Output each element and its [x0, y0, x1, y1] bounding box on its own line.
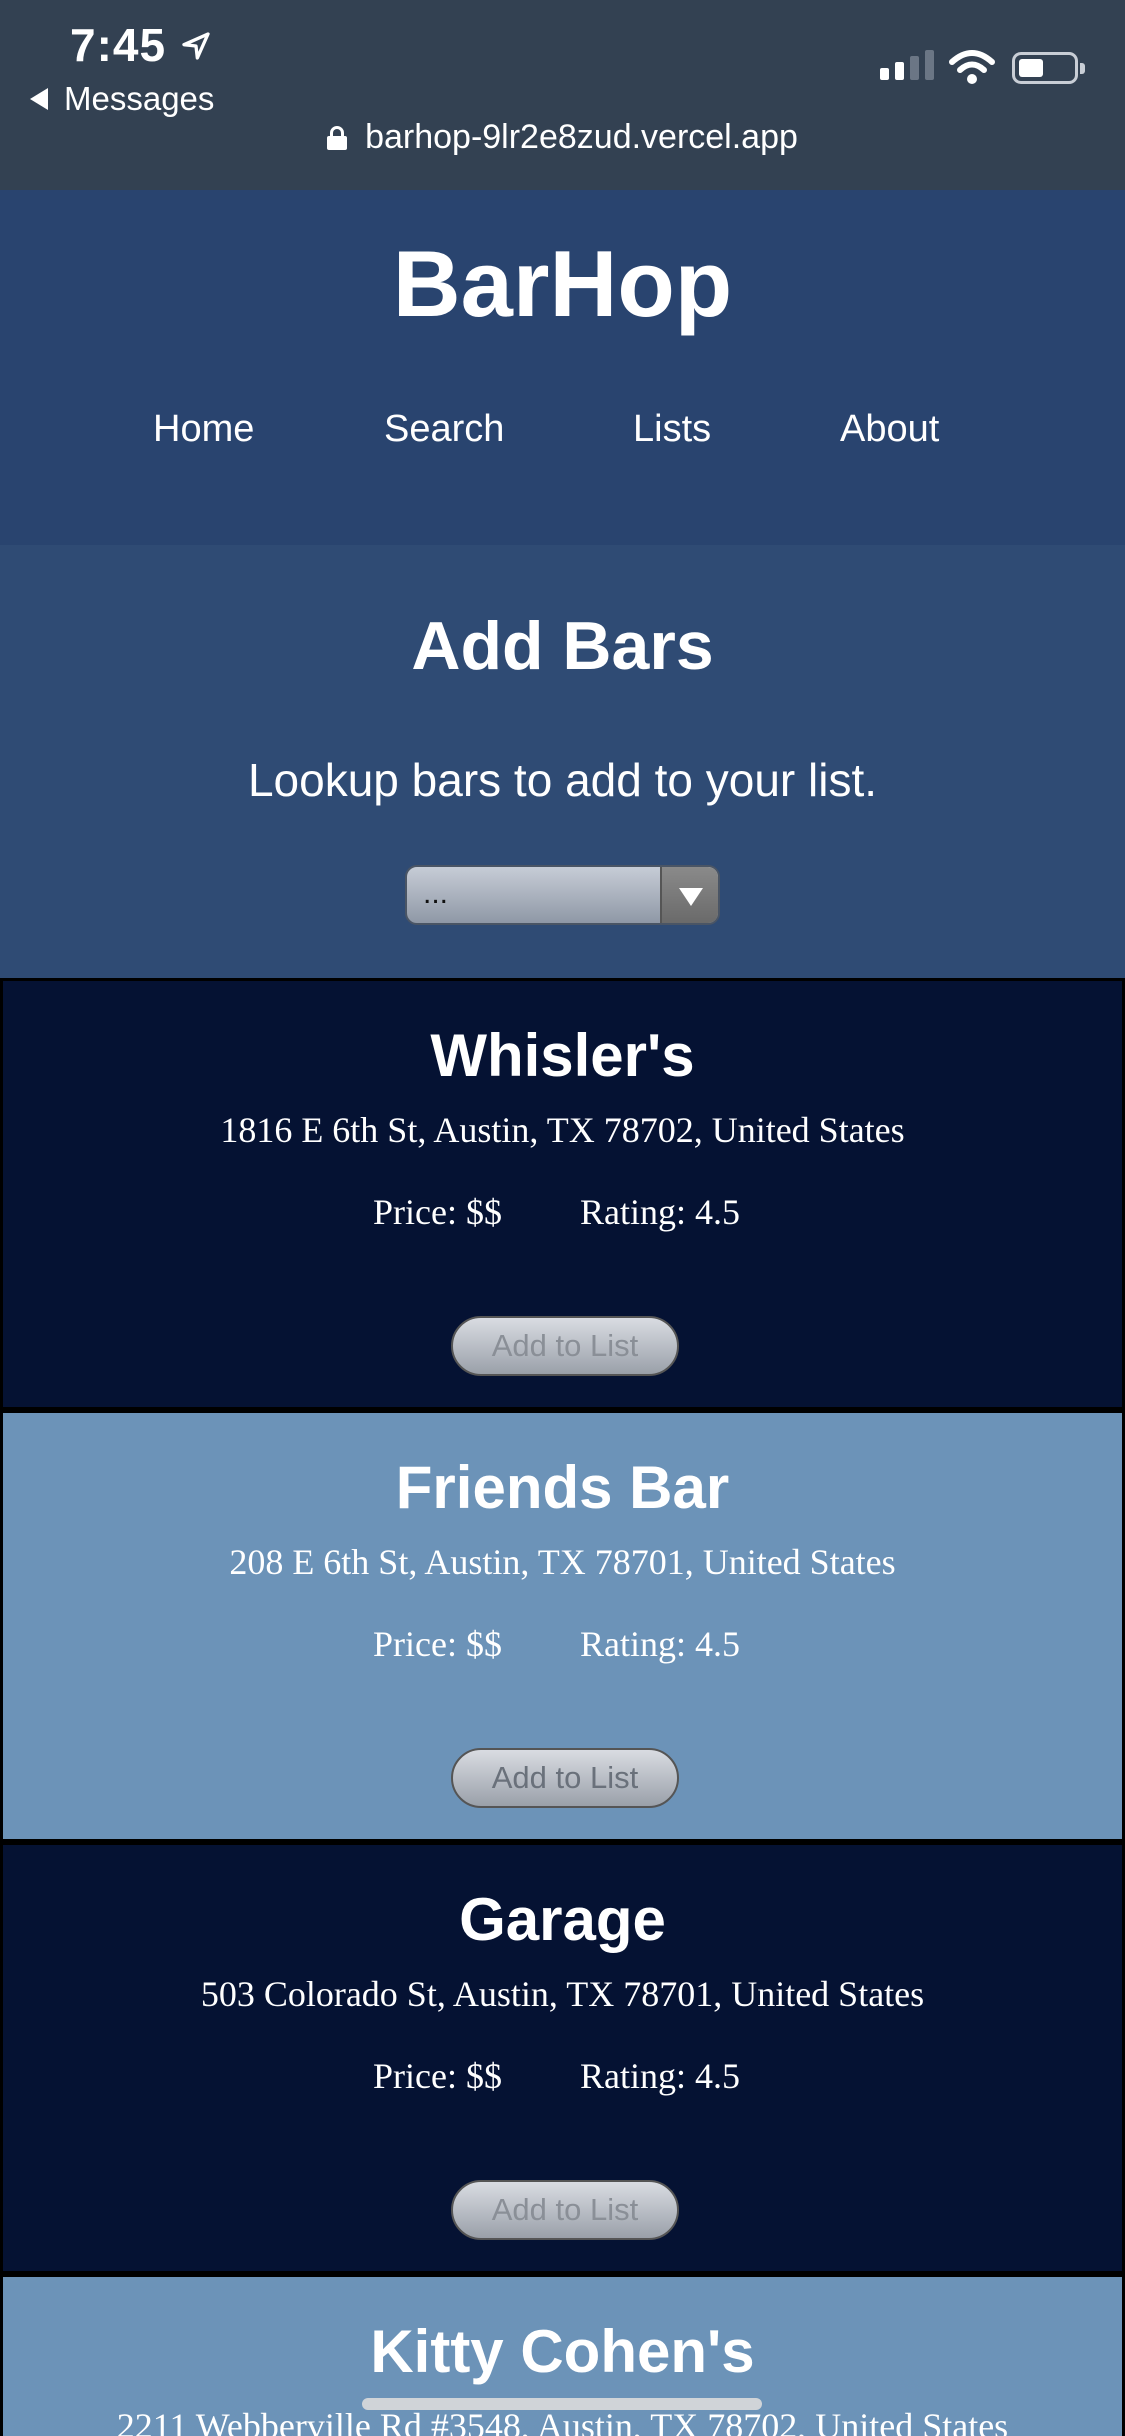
add-to-list-button[interactable]: Add to List: [451, 2180, 679, 2240]
bar-price: Price: $$: [373, 1192, 502, 1232]
bar-rating: Rating: 4.5: [580, 1192, 740, 1232]
bar-card: Friends Bar 208 E 6th St, Austin, TX 787…: [0, 1410, 1125, 1842]
back-label: Messages: [64, 80, 215, 117]
bar-name: Friends Bar: [395, 1454, 730, 1521]
bar-card: Garage 503 Colorado St, Austin, TX 78701…: [0, 1842, 1125, 2274]
nav-lists[interactable]: Lists: [633, 408, 711, 451]
back-to-messages[interactable]: Messages: [30, 80, 214, 118]
add-to-list-button[interactable]: Add to List: [451, 1748, 679, 1808]
bar-name: Garage: [459, 1886, 666, 1953]
home-indicator[interactable]: [362, 2398, 762, 2410]
url-text: barhop-9lr2e8zud.vercel.app: [365, 118, 798, 156]
url-bar[interactable]: barhop-9lr2e8zud.vercel.app: [0, 118, 1125, 157]
add-bars-section: Add Bars Lookup bars to add to your list…: [0, 545, 1125, 978]
site-brand[interactable]: BarHop: [0, 230, 1125, 338]
lock-icon: [327, 125, 348, 150]
site-header: BarHop Home Search Lists About: [0, 190, 1125, 545]
bar-name: Kitty Cohen's: [370, 2318, 755, 2385]
location-arrow-icon: [182, 32, 210, 60]
bar-lookup-select[interactable]: ...: [405, 865, 720, 925]
bar-name: Whisler's: [430, 1022, 695, 1089]
bar-card: Whisler's 1816 E 6th St, Austin, TX 7870…: [0, 978, 1125, 1410]
ios-status-bar: 7:45 Messages barhop-9lr2e8zud.vercel.ap…: [0, 0, 1125, 190]
bar-address: 503 Colorado St, Austin, TX 78701, Unite…: [200, 1974, 925, 2014]
bar-price: Price: $$: [373, 1624, 502, 1664]
bar-address: 1816 E 6th St, Austin, TX 78702, United …: [220, 1110, 905, 1150]
nav-home[interactable]: Home: [153, 408, 254, 451]
battery-icon: [1012, 52, 1085, 84]
add-to-list-button[interactable]: Add to List: [451, 1316, 679, 1376]
select-value: ...: [423, 877, 449, 910]
dropdown-arrow-icon[interactable]: [660, 867, 718, 923]
bar-address: 208 E 6th St, Austin, TX 78701, United S…: [229, 1542, 896, 1582]
nav-about[interactable]: About: [840, 408, 939, 451]
bar-rating: Rating: 4.5: [580, 1624, 740, 1664]
bar-rating: Rating: 4.5: [580, 2056, 740, 2096]
bar-card: Kitty Cohen's 2211 Webberville Rd #3548,…: [0, 2274, 1125, 2436]
page-subtitle: Lookup bars to add to your list.: [247, 754, 878, 806]
back-arrow-icon: [30, 88, 48, 110]
page-title: Add Bars: [411, 608, 714, 684]
status-time: 7:45: [70, 19, 167, 71]
nav-search[interactable]: Search: [384, 408, 504, 451]
signal-icon: [880, 50, 934, 80]
wifi-icon: [949, 50, 995, 84]
bar-price: Price: $$: [373, 2056, 502, 2096]
